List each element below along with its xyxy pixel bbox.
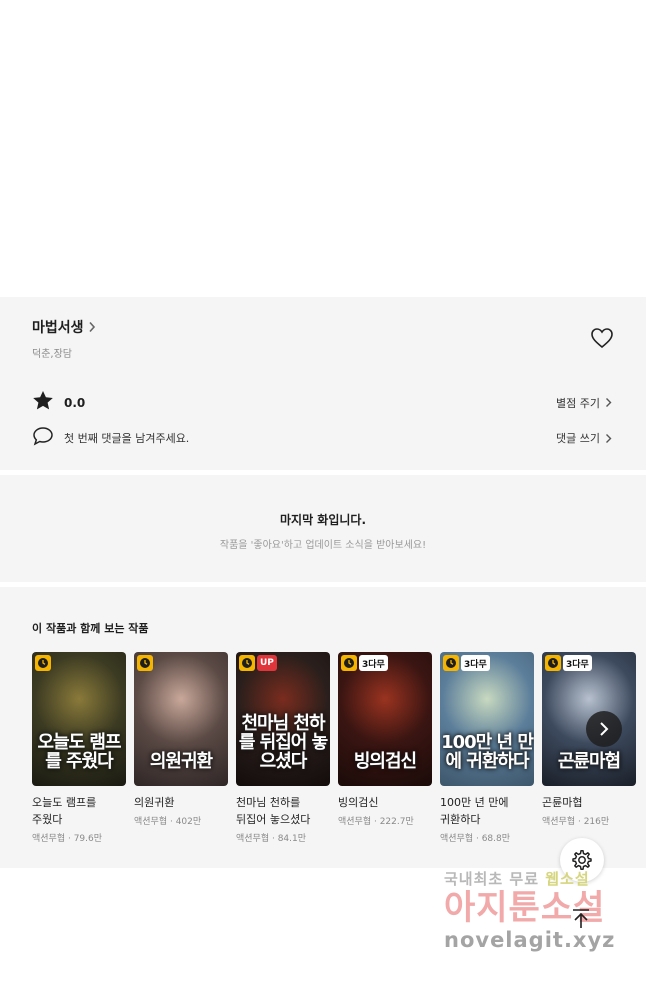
comment-row: 첫 번째 댓글을 남겨주세요. 댓글 쓰기 <box>32 426 612 450</box>
rate-button[interactable]: 별점 주기 <box>556 395 612 411</box>
last-episode-subtitle: 작품을 '좋아요'하고 업데이트 소식을 받아보세요! <box>219 540 427 551</box>
viewer-blank-area <box>0 0 646 297</box>
card-title: 오늘도 램프를 주웠다 <box>32 796 97 826</box>
badge-row: 3다무 <box>341 655 388 671</box>
chevron-right-icon <box>606 433 612 443</box>
cover-title-text: 천마님 천하를 뒤집어 놓으셨다 <box>238 713 328 773</box>
clock-icon <box>341 655 357 671</box>
watermark-line2: 아지툰소설 <box>444 888 606 928</box>
cover-title-text: 빙의검신 <box>353 751 417 773</box>
card-meta: 액션무협 · 79.6만 <box>32 834 103 844</box>
clock-icon <box>443 655 459 671</box>
clock-icon <box>35 655 51 671</box>
recommendation-card[interactable]: 빙의검신 3다무빙의검신액션무협 · 222.7만 <box>338 652 432 844</box>
work-title-link[interactable]: 마법서생 <box>32 317 96 337</box>
chevron-right-icon <box>606 398 612 407</box>
arrow-up-icon <box>573 909 589 928</box>
rate-button-label: 별점 주기 <box>556 396 600 410</box>
chevron-right-icon <box>600 722 609 736</box>
watermark-line3: novelagit.xyz <box>444 928 616 952</box>
work-info-panel: 마법서생 덕춘,장담 0.0 별점 주기 첫 번째 댓글을 남겨주세요. 댓글 … <box>0 297 646 470</box>
write-comment-button[interactable]: 댓글 쓰기 <box>556 430 612 446</box>
status-badge: 3다무 <box>359 655 388 671</box>
card-title: 천마님 천하를 뒤집어 놓으셨다 <box>236 796 311 826</box>
card-meta: 액션무협 · 84.1만 <box>236 834 307 844</box>
badge-row <box>137 655 153 671</box>
badge-row: 3다무 <box>443 655 490 671</box>
recommendation-card[interactable]: 오늘도 램프를 주웠다 오늘도 램프를 주웠다 액션무협 · 79.6만 <box>32 652 126 844</box>
recommendation-carousel: 오늘도 램프를 주웠다 오늘도 램프를 주웠다 액션무협 · 79.6만 의원귀환 의원… <box>32 652 636 844</box>
cover-image: 의원귀환 <box>134 652 228 786</box>
carousel-next-button[interactable] <box>586 711 622 747</box>
recommendation-card[interactable]: 의원귀환 의원귀환 액션무협 · 402만 <box>134 652 228 844</box>
cover-title-text: 의원귀환 <box>149 751 213 773</box>
watermark-line1: 국내최초 무료 <box>444 870 546 888</box>
badge-row <box>35 655 51 671</box>
recommendation-card[interactable]: 천마님 천하를 뒤집어 놓으셨다 UP 천마님 천하를 뒤집어 놓으셨다액션무협 ·… <box>236 652 330 844</box>
status-badge: 3다무 <box>563 655 592 671</box>
gear-icon <box>572 850 592 870</box>
card-meta: 액션무협 · 402만 <box>134 817 202 827</box>
site-watermark: 국내최초 무료 웹소설 아지툰소설 novelagit.xyz <box>444 868 634 953</box>
cover-image: 오늘도 램프를 주웠다 <box>32 652 126 786</box>
heart-icon[interactable] <box>590 327 614 349</box>
cover-image: 천마님 천하를 뒤집어 놓으셨다 UP <box>236 652 330 786</box>
speech-bubble-icon <box>32 426 54 450</box>
last-episode-panel: 마지막 화입니다. 작품을 '좋아요'하고 업데이트 소식을 받아보세요! <box>0 475 646 582</box>
status-badge: UP <box>257 655 277 671</box>
recommendations-panel: 이 작품과 함께 보는 작품 오늘도 램프를 주웠다 오늘도 램프를 주웠다 액션무… <box>0 587 646 868</box>
clock-icon <box>137 655 153 671</box>
work-author: 덕춘,장담 <box>32 349 72 360</box>
card-title: 빙의검신 <box>338 796 379 809</box>
badge-row: 3다무 <box>545 655 592 671</box>
card-title: 100만 년 만에 귀환하다 <box>440 796 509 826</box>
work-title: 마법서생 <box>32 320 84 336</box>
badge-row: UP <box>239 655 277 671</box>
cover-title-text: 곤륜마협 <box>557 751 621 773</box>
clock-icon <box>545 655 561 671</box>
status-badge: 3다무 <box>461 655 490 671</box>
card-title: 의원귀환 <box>134 796 175 809</box>
card-meta: 액션무협 · 68.8만 <box>440 834 511 844</box>
rating-value: 0.0 <box>64 395 86 410</box>
write-comment-label: 댓글 쓰기 <box>556 432 600 445</box>
card-meta: 액션무협 · 216만 <box>542 817 610 827</box>
cover-title-text: 100만 년 만에 귀환하다 <box>441 732 534 773</box>
card-meta: 액션무협 · 222.7만 <box>338 817 414 827</box>
cover-title-text: 오늘도 램프를 주웠다 <box>37 732 121 773</box>
chevron-right-icon <box>88 321 96 333</box>
star-icon <box>32 390 54 415</box>
last-episode-title: 마지막 화입니다. <box>279 513 367 527</box>
rating-row: 0.0 별점 주기 <box>32 390 612 415</box>
card-title: 곤륜마협 <box>542 796 583 809</box>
clock-icon <box>239 655 255 671</box>
scroll-top-button[interactable] <box>566 904 596 934</box>
recommendation-card[interactable]: 곤륜마협 3다무곤륜마협액션무협 · 216만 <box>542 652 636 844</box>
cover-image: 빙의검신 3다무 <box>338 652 432 786</box>
comment-prompt: 첫 번째 댓글을 남겨주세요. <box>64 432 190 445</box>
cover-image: 100만 년 만에 귀환하다 3다무 <box>440 652 534 786</box>
recommendations-heading: 이 작품과 함께 보는 작품 <box>32 622 149 635</box>
settings-button[interactable] <box>560 838 604 882</box>
recommendation-card[interactable]: 100만 년 만에 귀환하다 3다무 100만 년 만에 귀환하다액션무협 · 68… <box>440 652 534 844</box>
